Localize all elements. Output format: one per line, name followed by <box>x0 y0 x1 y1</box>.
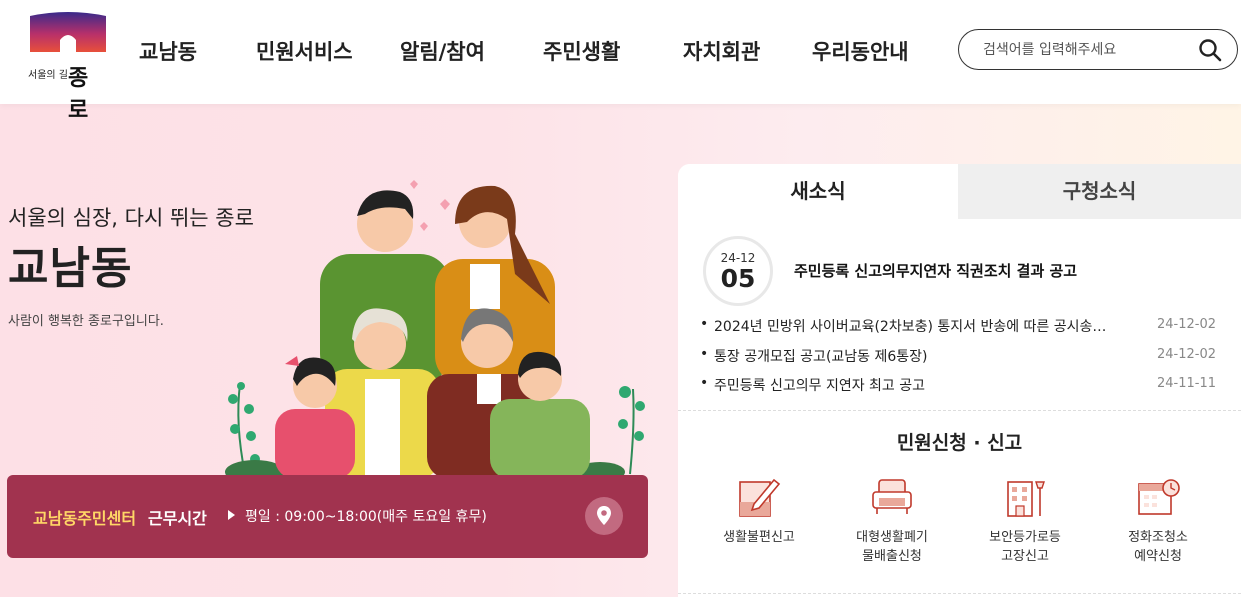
logo-title: 종로 <box>68 66 90 123</box>
list-item[interactable]: • 통장 공개모집 공고(교남동 제6통장) 24-12-02 <box>700 346 1220 376</box>
featured-month-day: 24-12 <box>720 251 756 265</box>
search-box <box>958 29 1238 70</box>
nav-notice[interactable]: 알림/참여 <box>400 36 485 66</box>
family-illustration <box>225 180 645 479</box>
search-input[interactable] <box>983 39 1183 61</box>
news-date: 24-12-02 <box>1156 346 1216 362</box>
nav-resident-life[interactable]: 주민생활 <box>543 36 620 66</box>
service-label-line2: 물배출신청 <box>862 549 922 564</box>
tab-district-news[interactable]: 구청소식 <box>958 164 1241 219</box>
service-label: 보안등가로등고장신고 <box>966 528 1084 566</box>
news-date: 24-11-11 <box>1156 376 1216 391</box>
community-center-name: 교남동주민센터 <box>33 509 137 528</box>
service-streetlight-report[interactable]: 보안등가로등고장신고 <box>966 474 1084 566</box>
news-list: • 2024년 민방위 사이버교육(2차보충) 통지서 반송에 따른 공시송… … <box>700 316 1220 405</box>
logo-subtitle: 서울의 길 <box>28 70 68 81</box>
section-divider <box>678 410 1241 411</box>
news-title: 주민등록 신고의무 지연자 최고 공고 <box>714 378 925 394</box>
nav-gyonam[interactable]: 교남동 <box>139 36 197 66</box>
hours-label: 근무시간 <box>148 509 207 528</box>
logo-gate-icon <box>30 12 106 52</box>
service-living-complaint[interactable]: 생활불편신고 <box>700 474 818 547</box>
hero-title: 교남동 <box>8 243 133 294</box>
news-title: 통장 공개모집 공고(교남동 제6통장) <box>714 348 928 365</box>
featured-date-badge: 24-12 05 <box>703 236 773 306</box>
pencil-note-icon <box>739 478 781 517</box>
service-label: 생활불편신고 <box>723 530 795 545</box>
hours-time: 평일 : 09:00~18:00(매주 토요일 휴무) <box>245 509 487 525</box>
service-label-line2: 고장신고 <box>1001 549 1049 564</box>
nav-civil-service[interactable]: 민원서비스 <box>256 36 353 66</box>
nav-autonomy-hall[interactable]: 자치회관 <box>683 36 760 66</box>
service-bulky-waste[interactable]: 대형생활폐기물배출신청 <box>833 474 951 566</box>
news-date: 24-12-02 <box>1156 317 1216 332</box>
bullet-icon: • <box>700 345 709 362</box>
building-streetlight-icon <box>1007 481 1045 517</box>
featured-news-link[interactable]: 주민등록 신고의무지연자 직권조치 결과 공고 <box>794 260 1077 281</box>
sofa-icon <box>872 479 912 514</box>
tab-news[interactable]: 새소식 <box>678 164 958 219</box>
hero-description: 사람이 행복한 종로구입니다. <box>8 314 164 329</box>
site-header: 서울의 길 종로 교남동 민원서비스 알림/참여 주민생활 자치회관 우리동안내 <box>0 0 1241 123</box>
bullet-icon: • <box>700 375 709 391</box>
service-label-line1: 대형생활폐기 <box>856 530 928 545</box>
list-item[interactable]: • 주민등록 신고의무 지연자 최고 공고 24-11-11 <box>700 375 1220 405</box>
calendar-clock-icon <box>1138 479 1180 515</box>
services-title: 민원신청 · 신고 <box>896 432 1023 454</box>
search-icon[interactable] <box>1197 37 1223 63</box>
map-pin-icon <box>597 506 611 525</box>
panel-bottom-divider <box>678 593 1241 594</box>
service-label: 정화조청소예약신청 <box>1099 528 1217 566</box>
play-arrow-icon <box>228 510 235 520</box>
office-hours-bar: 교남동주민센터 근무시간 평일 : 09:00~18:00(매주 토요일 휴무) <box>7 475 648 558</box>
bullet-icon: • <box>700 316 709 332</box>
featured-day: 05 <box>720 264 756 293</box>
jongno-logo[interactable]: 서울의 길 종로 <box>28 10 110 123</box>
nav-about-dong[interactable]: 우리동안내 <box>812 36 909 66</box>
service-label-line2: 예약신청 <box>1134 549 1182 564</box>
service-label-line1: 정화조청소 <box>1128 530 1188 545</box>
service-label-line1: 보안등가로등 <box>989 530 1061 545</box>
news-panel: 새소식 구청소식 24-12 05 주민등록 신고의무지연자 직권조치 결과 공… <box>678 164 1241 597</box>
list-item[interactable]: • 2024년 민방위 사이버교육(2차보충) 통지서 반송에 따른 공시송… … <box>700 316 1220 346</box>
service-label: 대형생활폐기물배출신청 <box>833 528 951 566</box>
news-title: 2024년 민방위 사이버교육(2차보충) 통지서 반송에 따른 공시송… <box>714 319 1107 335</box>
location-button[interactable] <box>585 497 623 535</box>
service-septic-cleaning[interactable]: 정화조청소예약신청 <box>1099 474 1217 566</box>
